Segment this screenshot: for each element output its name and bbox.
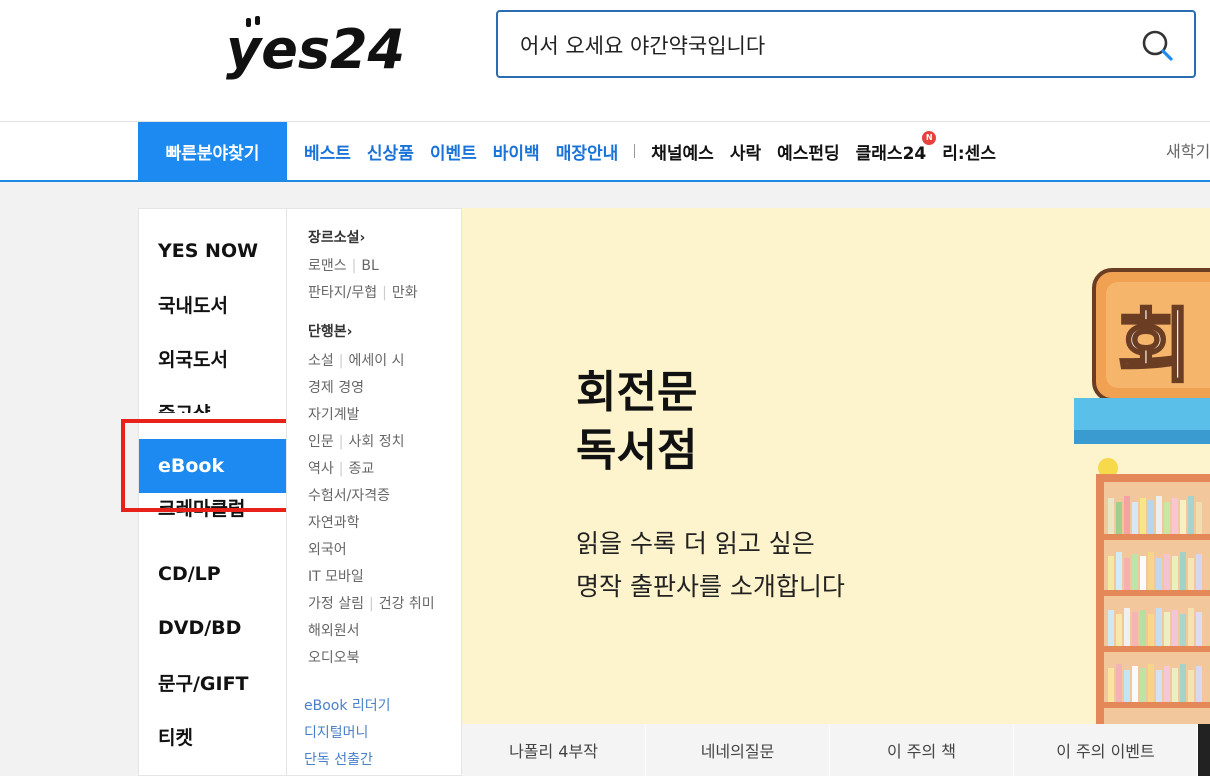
- sub-science[interactable]: 자연과학: [308, 515, 360, 531]
- nav-links: 베스트 신상품 이벤트 바이백 매장안내 채널예스 사락 예스펀딩 클래스24 …: [304, 122, 1012, 180]
- banner-tabs: 나폴리 4부작 네네의질문 이 주의 책 이 주의 이벤트: [462, 724, 1210, 776]
- sub-language[interactable]: 외국어: [308, 542, 347, 558]
- nav-link-store[interactable]: 매장안내: [556, 139, 619, 164]
- nav-link-channel-yes[interactable]: 채널예스: [651, 139, 714, 164]
- nav-link-event[interactable]: 이벤트: [430, 139, 477, 164]
- sub-exam[interactable]: 수험서/자격증: [308, 488, 390, 504]
- sub-essay[interactable]: 에세이 시: [348, 353, 404, 369]
- nav-link-funding[interactable]: 예스펀딩: [777, 139, 840, 164]
- subcategory-row: 경제 경영: [308, 377, 364, 397]
- sub-self-help[interactable]: 자기계발: [308, 407, 360, 423]
- subcategory-row: 수험서/자격증: [308, 485, 390, 505]
- banner-subtitle-line: 읽을 수록 더 읽고 싶은: [576, 529, 815, 558]
- digital-money-link[interactable]: 디지털머니: [304, 722, 368, 742]
- class24-label: 클래스24: [855, 143, 927, 164]
- subcategory-row: IT 모바일: [308, 566, 364, 586]
- category-dvd-bd[interactable]: DVD/BD: [139, 601, 287, 655]
- tab-naples[interactable]: 나폴리 4부작: [462, 724, 646, 776]
- sub-home[interactable]: 가정 살림: [308, 596, 364, 612]
- subcategory-panel: 장르소설› 로맨스 | BL 판타지/무협 | 만화 단행본› 소설 | 에세이 시 경제 …: [286, 208, 462, 776]
- subcategory-row: 해외원서: [308, 620, 360, 640]
- banner-title: 회전문 독서점: [576, 364, 697, 480]
- subcategory-row: 인문 | 사회 정치: [308, 434, 405, 450]
- sub-novel[interactable]: 소설: [308, 353, 334, 369]
- nav-divider: [634, 144, 636, 158]
- category-ebook[interactable]: eBook: [139, 439, 287, 493]
- bookstore-illustration: 회: [1074, 268, 1210, 724]
- nav-link-new[interactable]: 신상품: [367, 139, 414, 164]
- subcategory-row: 가정 살림 | 건강 취미: [308, 596, 435, 612]
- category-menu: YES NOW 국내도서 외국도서 중고샵 eBook 크레마클럽 CD/LP …: [138, 208, 287, 776]
- banner-title-line: 회전문: [576, 367, 698, 418]
- subcategory-row: 자연과학: [308, 512, 360, 532]
- quick-find-button[interactable]: 빠른분야찾기: [138, 122, 287, 180]
- nav-link-class24[interactable]: 클래스24 N: [855, 130, 937, 164]
- sub-audiobook[interactable]: 오디오북: [308, 650, 360, 666]
- tab-weekly-book[interactable]: 이 주의 책: [830, 724, 1014, 776]
- subcategory-row: 오디오북: [308, 647, 360, 667]
- sub-society[interactable]: 사회 정치: [348, 434, 404, 450]
- search-button[interactable]: [1140, 28, 1176, 64]
- subcategory-row: 자기계발: [308, 404, 360, 424]
- category-cd-lp[interactable]: CD/LP: [139, 547, 287, 601]
- sub-bl[interactable]: BL: [361, 258, 378, 274]
- search-input[interactable]: [520, 28, 1120, 62]
- yes24-logo[interactable]: yes24: [224, 10, 414, 80]
- sub-it[interactable]: IT 모바일: [308, 569, 364, 585]
- category-gift[interactable]: 문구/GIFT: [139, 655, 287, 709]
- sign-char: 회: [1118, 300, 1192, 393]
- ebook-reader-link[interactable]: eBook 리더기: [304, 695, 391, 715]
- logo-text: yes24: [226, 18, 405, 80]
- nav-link-sarak[interactable]: 사락: [730, 139, 761, 164]
- subcategory-row: 로맨스 | BL: [308, 258, 379, 274]
- sub-health[interactable]: 건강 취미: [379, 596, 435, 612]
- nav-link-license[interactable]: 리:센스: [942, 139, 996, 164]
- sub-comics[interactable]: 만화: [392, 285, 418, 301]
- search-icon: [1142, 30, 1173, 61]
- category-ticket[interactable]: 티켓: [139, 709, 287, 763]
- subcategory-row: 판타지/무협 | 만화: [308, 285, 418, 301]
- category-domestic-books[interactable]: 국내도서: [139, 277, 287, 331]
- banner-subtitle-line: 명작 출판사를 소개합니다: [576, 572, 845, 601]
- sub-romance[interactable]: 로맨스: [308, 258, 347, 274]
- search-box: [496, 10, 1196, 78]
- main-nav: 빠른분야찾기 베스트 신상품 이벤트 바이백 매장안내 채널예스 사락 예스펀딩…: [0, 122, 1210, 182]
- banner-title-line: 독서점: [576, 425, 698, 476]
- nav-link-best[interactable]: 베스트: [304, 139, 351, 164]
- sub-history[interactable]: 역사: [308, 461, 334, 477]
- sub-foreign-original[interactable]: 해외원서: [308, 623, 360, 639]
- sub-religion[interactable]: 종교: [348, 461, 374, 477]
- category-yes-now[interactable]: YES NOW: [139, 224, 287, 278]
- nav-link-buyback[interactable]: 바이백: [493, 139, 540, 164]
- tab-weekly-event[interactable]: 이 주의 이벤트: [1014, 724, 1198, 776]
- nav-right-link[interactable]: 새학기: [1166, 138, 1210, 162]
- tab-scroll-edge: [1198, 724, 1210, 776]
- sub-humanities[interactable]: 인문: [308, 434, 334, 450]
- promo-banner[interactable]: 회전문 독서점 읽을 수록 더 읽고 싶은 명작 출판사를 소개합니다 회: [462, 208, 1210, 724]
- sub-fantasy[interactable]: 판타지/무협: [308, 285, 377, 301]
- subcategory-row: 소설 | 에세이 시: [308, 353, 405, 369]
- subcategory-row: 외국어: [308, 539, 347, 559]
- single-volume-heading[interactable]: 단행본›: [308, 321, 352, 341]
- exclusive-release-link[interactable]: 단독 선출간: [304, 749, 373, 769]
- site-header: yes24: [0, 0, 1210, 122]
- category-foreign-books[interactable]: 외국도서: [139, 331, 287, 385]
- sub-economy[interactable]: 경제 경영: [308, 380, 364, 396]
- category-crema-club[interactable]: 크레마클럽: [139, 493, 287, 529]
- banner-subtitle: 읽을 수록 더 읽고 싶은 명작 출판사를 소개합니다: [576, 522, 845, 608]
- category-used-shop[interactable]: 중고샵: [139, 385, 287, 413]
- new-badge: N: [922, 130, 937, 145]
- tab-nene-question[interactable]: 네네의질문: [646, 724, 830, 776]
- genre-novel-heading[interactable]: 장르소설›: [308, 227, 365, 247]
- subcategory-row: 역사 | 종교: [308, 461, 375, 477]
